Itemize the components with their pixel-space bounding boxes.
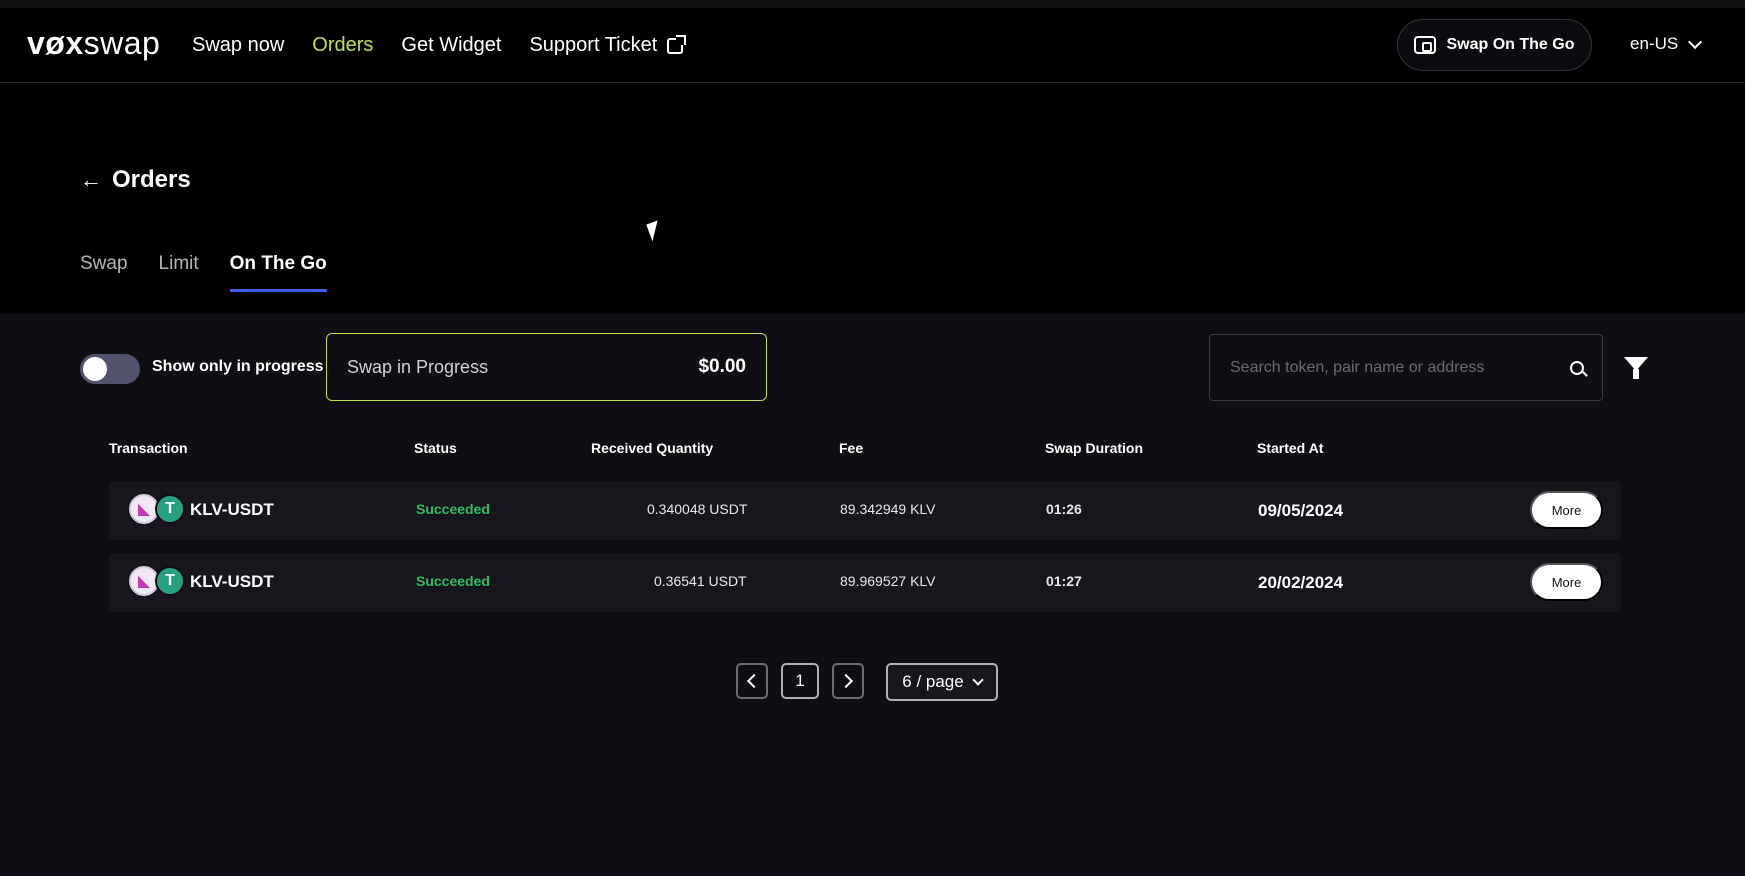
search-box (1209, 334, 1603, 401)
toggle-knob (83, 357, 107, 381)
pair-name: KLV-USDT (190, 572, 274, 591)
usdt-token-icon: T (155, 494, 185, 524)
fee-value: 89.969527 KLV (840, 573, 936, 589)
more-button[interactable]: More (1530, 491, 1603, 529)
chevron-down-icon (972, 674, 984, 686)
usdt-token-icon: T (155, 566, 185, 596)
orders-back-link[interactable]: ← Orders (80, 166, 191, 194)
chevron-right-icon (838, 673, 854, 689)
status-badge: Succeeded (416, 573, 490, 589)
tab-limit[interactable]: Limit (159, 253, 199, 292)
search-input[interactable] (1230, 358, 1570, 377)
received-quantity: 0.340048 USDT (647, 501, 748, 517)
nav-support-ticket[interactable]: Support Ticket (529, 34, 687, 57)
pair-icons: ◣ T (129, 494, 189, 526)
page-size-label: 6 / page (902, 672, 964, 691)
nav-get-widget[interactable]: Get Widget (401, 34, 501, 57)
search-icon[interactable] (1570, 360, 1584, 375)
swap-on-the-go-label: Swap On The Go (1446, 36, 1575, 53)
table-row: ◣ T KLV-USDT Succeeded 0.340048 USDT 89.… (109, 481, 1621, 540)
app-window: vøxswap Swap now Orders Get Widget Suppo… (0, 0, 1747, 876)
prev-page-button[interactable] (736, 663, 768, 699)
swap-duration: 01:27 (1046, 573, 1082, 589)
received-quantity: 0.36541 USDT (654, 573, 747, 589)
table-header: Transaction Status Received Quantity Fee… (0, 440, 1745, 460)
external-link-icon (667, 34, 687, 54)
orders-panel: Show only in progress Swap in Progress $… (0, 314, 1745, 876)
brand-logo[interactable]: vøxswap (27, 25, 160, 62)
col-started-at: Started At (1257, 440, 1324, 456)
mouse-cursor-icon (646, 220, 664, 242)
pair-icons: ◣ T (129, 566, 189, 598)
pagination: 1 6 / page (0, 663, 1745, 701)
col-fee: Fee (839, 440, 864, 456)
in-progress-toggle-label: Show only in progress (152, 358, 324, 375)
order-type-tabs: Swap Limit On The Go (80, 253, 358, 292)
page-title: Orders (112, 166, 191, 193)
swap-duration: 01:26 (1046, 501, 1082, 517)
status-badge: Succeeded (416, 501, 490, 517)
col-swap-duration: Swap Duration (1045, 440, 1144, 456)
col-transaction: Transaction (109, 440, 188, 456)
page-size-select[interactable]: 6 / page (886, 663, 998, 701)
swap-in-progress-summary: Swap in Progress $0.00 (326, 333, 767, 401)
top-strip (0, 0, 1747, 8)
top-header: vøxswap Swap now Orders Get Widget Suppo… (0, 8, 1745, 83)
language-label: en-US (1630, 34, 1679, 53)
next-page-button[interactable] (832, 663, 864, 699)
wallet-icon (1414, 36, 1437, 54)
fee-value: 89.342949 KLV (840, 501, 936, 517)
arrow-left-icon: ← (80, 167, 102, 192)
swap-in-progress-label: Swap in Progress (347, 356, 489, 377)
tab-swap[interactable]: Swap (80, 253, 128, 292)
nav-orders[interactable]: Orders (312, 34, 373, 57)
started-at: 20/02/2024 (1258, 573, 1344, 592)
nav-swap-now[interactable]: Swap now (192, 34, 284, 57)
swap-in-progress-value: $0.00 (698, 356, 746, 377)
col-received-quantity: Received Quantity (591, 440, 714, 456)
pair-name: KLV-USDT (190, 500, 274, 519)
page-number-button[interactable]: 1 (781, 663, 819, 699)
language-selector[interactable]: en-US (1630, 34, 1703, 54)
chevron-left-icon (746, 673, 762, 689)
col-status: Status (414, 440, 457, 456)
filter-icon[interactable] (1624, 357, 1648, 379)
more-button[interactable]: More (1530, 563, 1603, 601)
table-row: ◣ T KLV-USDT Succeeded 0.36541 USDT 89.9… (109, 553, 1621, 612)
main-nav: Swap now Orders Get Widget Support Ticke… (192, 34, 711, 57)
in-progress-toggle[interactable] (80, 354, 140, 384)
tab-on-the-go[interactable]: On The Go (229, 253, 327, 292)
started-at: 09/05/2024 (1258, 501, 1344, 520)
swap-on-the-go-button[interactable]: Swap On The Go (1397, 19, 1592, 71)
chevron-down-icon (1688, 34, 1703, 49)
